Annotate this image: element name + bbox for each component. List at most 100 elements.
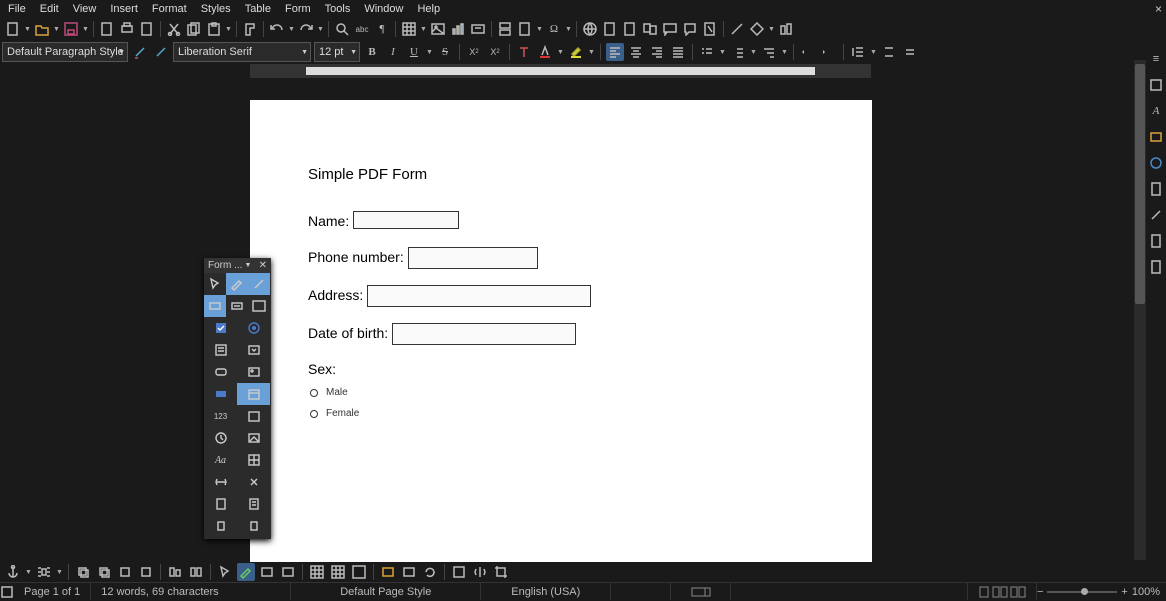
comment-icon[interactable]	[661, 20, 679, 38]
radio-male[interactable]: Male	[310, 387, 814, 398]
page-break-icon[interactable]	[496, 20, 514, 38]
view-layout[interactable]	[968, 583, 1037, 600]
shapes-dropdown[interactable]: ▼	[768, 20, 775, 38]
underline-dropdown[interactable]: ▼	[426, 43, 433, 61]
formatting-marks-icon[interactable]: ¶	[373, 20, 391, 38]
formatted-field-icon[interactable]	[204, 383, 237, 405]
numeric-field-icon[interactable]: 123	[204, 405, 237, 427]
pattern-field-icon[interactable]	[237, 427, 270, 449]
vertical-scrollbar[interactable]	[1134, 60, 1146, 560]
gallery-panel-icon[interactable]	[1147, 128, 1165, 146]
anchor-dropdown[interactable]: ▼	[25, 563, 32, 581]
crop-icon[interactable]	[492, 563, 510, 581]
open-icon[interactable]	[33, 20, 51, 38]
comment2-icon[interactable]	[681, 20, 699, 38]
caption-icon[interactable]	[258, 563, 276, 581]
diamond-icon[interactable]	[748, 20, 766, 38]
undo-dropdown[interactable]: ▼	[288, 20, 295, 38]
rotate-icon[interactable]	[421, 563, 439, 581]
save-icon[interactable]	[62, 20, 80, 38]
combo-box-icon[interactable]	[237, 339, 270, 361]
design-mode-icon[interactable]	[226, 273, 248, 295]
menu-tools[interactable]: Tools	[325, 3, 351, 15]
cut-icon[interactable]	[165, 20, 183, 38]
option-button-icon[interactable]	[237, 317, 270, 339]
copy-icon[interactable]	[185, 20, 203, 38]
export-pdf-icon[interactable]	[98, 20, 116, 38]
anchor-icon[interactable]	[4, 563, 22, 581]
underline-icon[interactable]: U	[405, 43, 423, 61]
subscript-icon[interactable]: X2	[486, 43, 504, 61]
position-size-icon[interactable]	[450, 563, 468, 581]
background-icon[interactable]	[95, 563, 113, 581]
number-list-icon[interactable]	[729, 43, 747, 61]
bullet-dropdown[interactable]: ▼	[719, 43, 726, 61]
special-char-icon[interactable]: Ω	[545, 20, 563, 38]
table-control-icon[interactable]: Aa	[204, 449, 237, 471]
properties-panel-icon[interactable]	[1147, 76, 1165, 94]
list-box-icon[interactable]	[204, 339, 237, 361]
font-name-input[interactable]	[174, 46, 310, 58]
menu-table[interactable]: Table	[245, 3, 271, 15]
align-left-icon[interactable]	[606, 43, 624, 61]
menu-edit[interactable]: Edit	[40, 3, 59, 15]
text-box-icon[interactable]	[469, 20, 487, 38]
more-controls-icon[interactable]	[237, 471, 270, 493]
wrap-dropdown[interactable]: ▼	[56, 563, 63, 581]
language[interactable]: English (USA)	[481, 583, 611, 600]
font-color-icon[interactable]	[536, 43, 554, 61]
outline-dropdown[interactable]: ▼	[781, 43, 788, 61]
zoom-value[interactable]: 100%	[1132, 586, 1160, 598]
save-status-icon[interactable]	[0, 583, 14, 601]
form-panel-close-icon[interactable]: ✕	[259, 260, 267, 271]
menu-form[interactable]: Form	[285, 3, 311, 15]
save-dropdown[interactable]: ▼	[82, 20, 89, 38]
align-objects2-icon[interactable]	[187, 563, 205, 581]
font-name-combo[interactable]: ▼	[173, 42, 311, 62]
table-dropdown[interactable]: ▼	[420, 20, 427, 38]
currency-field-icon[interactable]	[237, 405, 270, 427]
radio-female[interactable]: Female	[310, 408, 814, 419]
form-properties-icon[interactable]	[237, 493, 270, 515]
font-color-dropdown[interactable]: ▼	[557, 43, 564, 61]
highlight-dropdown[interactable]: ▼	[588, 43, 595, 61]
grid-control-icon[interactable]	[237, 449, 270, 471]
redo-dropdown[interactable]: ▼	[317, 20, 324, 38]
cross-ref-icon[interactable]	[641, 20, 659, 38]
zoom-slider[interactable]	[1047, 591, 1117, 593]
foreground-icon[interactable]	[74, 563, 92, 581]
push-button-icon[interactable]	[204, 361, 237, 383]
word-count[interactable]: 12 words, 69 characters	[91, 583, 291, 600]
para-spacing-inc-icon[interactable]	[880, 43, 898, 61]
chart-icon[interactable]	[449, 20, 467, 38]
menu-file[interactable]: File	[8, 3, 26, 15]
menu-styles[interactable]: Styles	[201, 3, 231, 15]
check-box-icon[interactable]	[204, 317, 237, 339]
styles-panel-icon[interactable]: A	[1147, 102, 1165, 120]
enter-group-icon[interactable]	[400, 563, 418, 581]
zoom-in-icon[interactable]: +	[1121, 586, 1127, 598]
activation-order-icon[interactable]	[237, 515, 270, 537]
font-size-combo[interactable]: ▼	[314, 42, 360, 62]
bold-icon[interactable]: B	[363, 43, 381, 61]
special-char-dropdown[interactable]: ▼	[565, 20, 572, 38]
image-button-icon[interactable]	[237, 361, 270, 383]
wrap-icon[interactable]	[35, 563, 53, 581]
paragraph-style-input[interactable]	[3, 46, 127, 58]
page-count[interactable]: Page 1 of 1	[14, 583, 91, 600]
phone-field[interactable]	[408, 247, 538, 269]
linespacing-dropdown[interactable]: ▼	[870, 43, 877, 61]
label-icon[interactable]	[204, 295, 226, 317]
bring-front-icon[interactable]	[116, 563, 134, 581]
image-icon[interactable]	[429, 20, 447, 38]
hyperlink-icon[interactable]	[581, 20, 599, 38]
outline-icon[interactable]	[760, 43, 778, 61]
dob-field[interactable]	[392, 323, 576, 345]
paste-dropdown[interactable]: ▼	[225, 20, 232, 38]
control-properties-icon[interactable]	[204, 515, 237, 537]
select-obj-icon[interactable]	[216, 563, 234, 581]
paste-icon[interactable]	[205, 20, 223, 38]
send-back-icon[interactable]	[137, 563, 155, 581]
nav-bar-icon[interactable]	[204, 471, 237, 493]
menu-window[interactable]: Window	[364, 3, 403, 15]
